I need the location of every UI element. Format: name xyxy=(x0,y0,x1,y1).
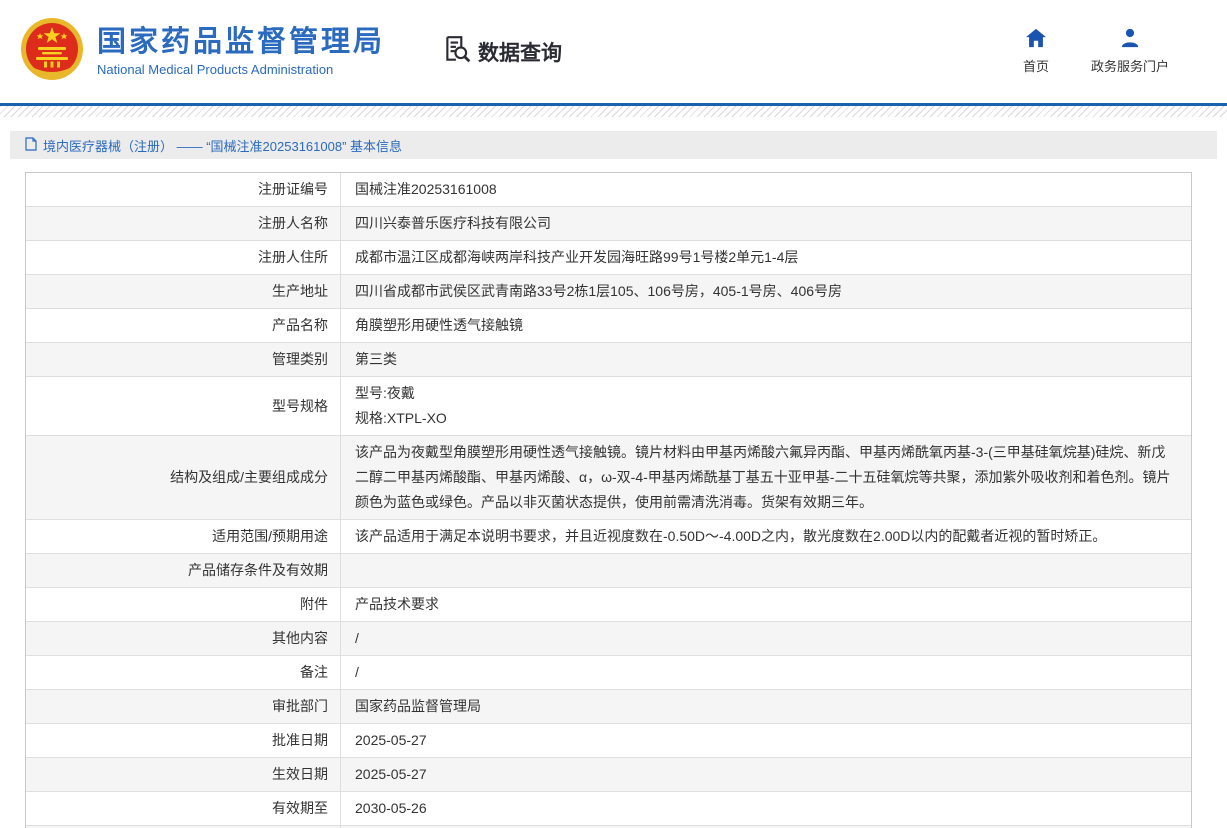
row-value: 产品技术要求 xyxy=(341,588,1191,621)
table-row: 其他内容 / xyxy=(26,622,1191,656)
table-row: 批准日期 2025-05-27 xyxy=(26,724,1191,758)
row-value: 型号:夜戴 规格:XTPL-XO xyxy=(341,377,1191,435)
breadcrumb: 境内医疗器械（注册） —— “国械注准20253161008” 基本信息 xyxy=(10,131,1217,159)
table-row: 适用范围/预期用途 该产品适用于满足本说明书要求，并且近视度数在-0.50D～-… xyxy=(26,520,1191,554)
row-label: 生效日期 xyxy=(26,758,341,791)
nmpa-logo[interactable]: 国家药品监督管理局 National Medical Products Admi… xyxy=(20,17,385,86)
table-row: 生产地址 四川省成都市武侯区武青南路33号2栋1层105、106号房，405-1… xyxy=(26,275,1191,309)
table-row: 注册人名称 四川兴泰普乐医疗科技有限公司 xyxy=(26,207,1191,241)
page-header: 国家药品监督管理局 National Medical Products Admi… xyxy=(0,0,1227,103)
row-value: 2025-05-27 xyxy=(341,724,1191,757)
data-query-link[interactable]: 数据查询 xyxy=(442,34,562,70)
data-query-label: 数据查询 xyxy=(478,37,562,67)
row-label: 附件 xyxy=(26,588,341,621)
row-label: 注册证编号 xyxy=(26,173,341,206)
hatched-band xyxy=(0,106,1227,117)
row-label: 注册人住所 xyxy=(26,241,341,274)
nav-home-label: 首页 xyxy=(1023,56,1049,75)
table-row: 管理类别 第三类 xyxy=(26,343,1191,377)
row-label: 有效期至 xyxy=(26,792,341,825)
breadcrumb-text: 境内医疗器械（注册） —— “国械注准20253161008” 基本信息 xyxy=(43,136,402,155)
table-row: 生效日期 2025-05-27 xyxy=(26,758,1191,792)
home-icon xyxy=(1025,28,1047,51)
table-row: 备注 / xyxy=(26,656,1191,690)
row-label: 管理类别 xyxy=(26,343,341,376)
doc-search-icon xyxy=(442,34,472,70)
table-row: 注册人住所 成都市温江区成都海峡两岸科技产业开发园海旺路99号1号楼2单元1-4… xyxy=(26,241,1191,275)
row-label: 型号规格 xyxy=(26,377,341,435)
table-row: 型号规格 型号:夜戴 规格:XTPL-XO xyxy=(26,377,1191,436)
row-value: / xyxy=(341,656,1191,689)
row-value: / xyxy=(341,622,1191,655)
nav-portal-label: 政务服务门户 xyxy=(1091,56,1169,75)
row-value: 第三类 xyxy=(341,343,1191,376)
row-label: 审批部门 xyxy=(26,690,341,723)
table-row: 附件 产品技术要求 xyxy=(26,588,1191,622)
row-label: 备注 xyxy=(26,656,341,689)
nav-portal[interactable]: 政务服务门户 xyxy=(1091,28,1169,75)
table-row: 产品储存条件及有效期 xyxy=(26,554,1191,588)
table-row: 结构及组成/主要组成成分 该产品为夜戴型角膜塑形用硬性透气接触镜。镜片材料由甲基… xyxy=(26,436,1191,520)
row-value: 成都市温江区成都海峡两岸科技产业开发园海旺路99号1号楼2单元1-4层 xyxy=(341,241,1191,274)
row-value: 角膜塑形用硬性透气接触镜 xyxy=(341,309,1191,342)
row-label: 适用范围/预期用途 xyxy=(26,520,341,553)
row-label: 批准日期 xyxy=(26,724,341,757)
table-row: 审批部门 国家药品监督管理局 xyxy=(26,690,1191,724)
nav-home[interactable]: 首页 xyxy=(1023,28,1049,75)
header-nav: 首页 政务服务门户 xyxy=(1023,28,1169,75)
site-subtitle: National Medical Products Administration xyxy=(97,62,385,77)
table-row: 有效期至 2030-05-26 xyxy=(26,792,1191,826)
row-value: 2030-05-26 xyxy=(341,792,1191,825)
national-emblem-icon xyxy=(20,17,84,86)
person-icon xyxy=(1119,28,1141,51)
row-label: 生产地址 xyxy=(26,275,341,308)
row-label: 注册人名称 xyxy=(26,207,341,240)
row-value: 该产品适用于满足本说明书要求，并且近视度数在-0.50D～-4.00D之内，散光… xyxy=(341,520,1191,553)
row-value: 四川兴泰普乐医疗科技有限公司 xyxy=(341,207,1191,240)
site-title: 国家药品监督管理局 xyxy=(97,26,385,59)
row-label: 产品储存条件及有效期 xyxy=(26,554,341,587)
row-value: 该产品为夜戴型角膜塑形用硬性透气接触镜。镜片材料由甲基丙烯酸六氟异丙酯、甲基丙烯… xyxy=(341,436,1191,519)
row-value: 2025-05-27 xyxy=(341,758,1191,791)
row-label: 其他内容 xyxy=(26,622,341,655)
registration-info-table: 注册证编号 国械注准20253161008 注册人名称 四川兴泰普乐医疗科技有限… xyxy=(25,172,1192,828)
site-title-block: 国家药品监督管理局 National Medical Products Admi… xyxy=(97,26,385,77)
row-value xyxy=(341,554,1191,587)
row-value: 国械注准20253161008 xyxy=(341,173,1191,206)
row-label: 结构及组成/主要组成成分 xyxy=(26,436,341,519)
row-label: 产品名称 xyxy=(26,309,341,342)
document-icon xyxy=(25,137,37,154)
row-value: 四川省成都市武侯区武青南路33号2栋1层105、106号房，405-1号房、40… xyxy=(341,275,1191,308)
table-row: 注册证编号 国械注准20253161008 xyxy=(26,173,1191,207)
row-value: 国家药品监督管理局 xyxy=(341,690,1191,723)
table-row: 产品名称 角膜塑形用硬性透气接触镜 xyxy=(26,309,1191,343)
